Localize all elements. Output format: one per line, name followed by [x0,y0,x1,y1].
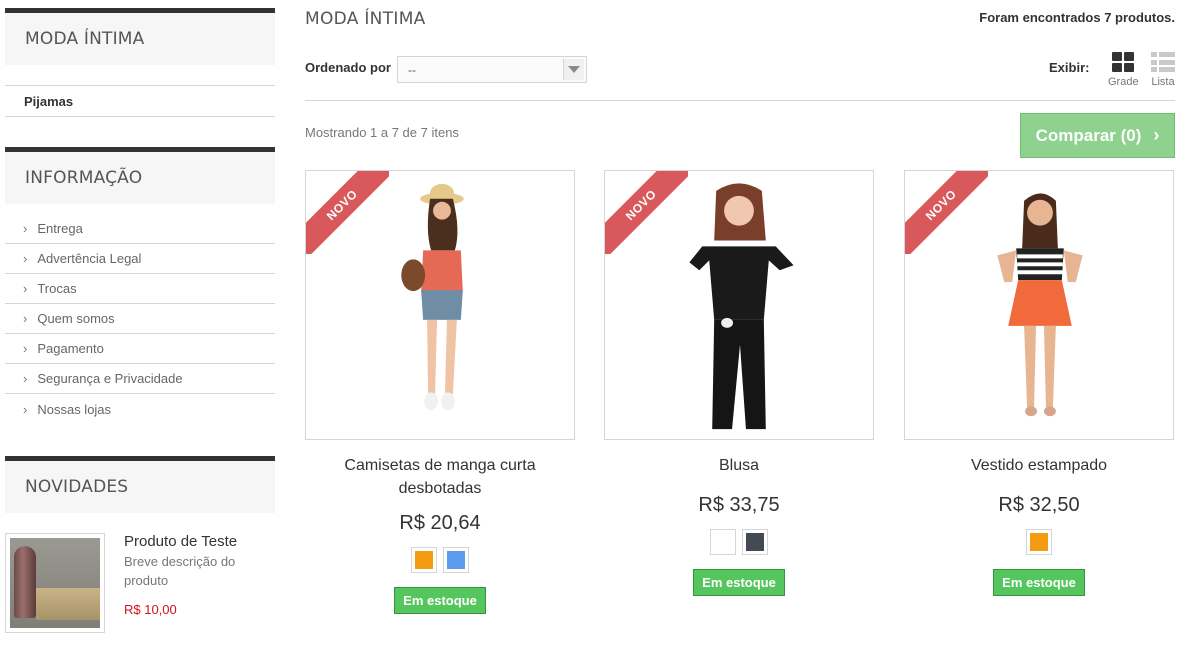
view-list-label: Lista [1151,76,1175,88]
color-swatches [305,547,575,573]
product-image[interactable]: NOVO [305,170,575,440]
page-title: MODA ÍNTIMA [305,9,426,29]
color-swatch-blue[interactable] [443,547,469,573]
divider [305,100,1175,101]
view-list-button[interactable]: Lista [1148,52,1178,88]
info-link-label: Segurança e Privacidade [37,371,183,386]
stock-badge: Em estoque [993,569,1085,596]
product-price: R$ 20,64 [399,512,481,534]
chevron-right-icon: › [23,371,28,386]
color-swatches [904,529,1174,555]
info-list: › Entrega › Advertência Legal › Trocas › Que… [5,214,275,424]
new-badge: NOVO [905,171,988,254]
info-link-label: Trocas [37,281,77,296]
chevron-right-icon: › [1153,125,1160,145]
view-grid-label: Grade [1108,76,1139,88]
compare-button[interactable]: Comparar (0) › [1020,113,1175,158]
new-product-name[interactable]: Produto de Teste [124,533,264,550]
chevron-right-icon: › [23,311,28,326]
sort-select[interactable]: -- [397,56,587,83]
info-link-pagamento[interactable]: › Pagamento [5,334,275,364]
product-card: NOVO Camisetas de manga curta desbotadas… [305,170,575,614]
info-link-label: Advertência Legal [37,251,142,266]
lipstick-image [10,538,100,628]
product-price: R$ 32,50 [998,494,1080,516]
sidebar: MODA ÍNTIMA Pijamas INFORMAÇÃO › Entrega … [5,8,275,633]
new-badge: NOVO [605,171,688,254]
showing-count: Mostrando 1 a 7 de 7 itens [305,125,459,140]
grid-icon [1112,52,1134,72]
sort-select-value: -- [408,62,416,77]
chevron-down-icon[interactable] [563,59,584,80]
info-link-quem-somos[interactable]: › Quem somos [5,304,275,334]
info-link-label: Quem somos [37,311,115,326]
product-card: NOVO Vestido estampado R$ 32,50 Em estoq… [904,170,1174,596]
new-product-price: R$ 10,00 [124,602,177,617]
chevron-right-icon: › [23,281,28,296]
color-swatch-orange[interactable] [411,547,437,573]
products-found-count: Foram encontrados 7 produtos. [979,10,1175,25]
new-product-description: Breve descrição do produto [124,554,236,588]
product-name[interactable]: Camisetas de manga curta desbotadas [305,454,575,512]
chevron-right-icon: › [23,401,28,417]
list-icon [1151,52,1175,72]
color-swatch-orange[interactable] [1026,529,1052,555]
product-card: NOVO Blusa R$ 33,75 Em estoque [604,170,874,596]
chevron-right-icon: › [23,251,28,266]
new-products-title[interactable]: NOVIDADES [5,456,275,513]
info-link-trocas[interactable]: › Trocas [5,274,275,304]
view-label: Exibir: [1049,60,1090,75]
color-swatch-dark-gray[interactable] [742,529,768,555]
info-link-label: Pagamento [37,341,104,356]
info-block: INFORMAÇÃO › Entrega › Advertência Legal ›… [5,147,275,424]
info-block-title: INFORMAÇÃO [5,147,275,204]
category-block-title[interactable]: MODA ÍNTIMA [5,8,275,65]
product-image[interactable]: NOVO [904,170,1174,440]
compare-button-label: Comparar (0) [1035,125,1142,145]
new-badge: NOVO [306,171,389,254]
chevron-right-icon: › [23,221,28,236]
sort-label: Ordenado por [305,60,391,75]
info-link-label: Nossas lojas [37,401,112,417]
info-link-advertencia[interactable]: › Advertência Legal [5,244,275,274]
color-swatches [604,529,874,555]
product-image[interactable]: NOVO [604,170,874,440]
stock-badge: Em estoque [394,587,486,614]
info-link-label: Entrega [37,221,83,236]
product-price: R$ 33,75 [698,494,780,516]
stock-badge: Em estoque [693,569,785,596]
view-grid-button[interactable]: Grade [1108,52,1139,88]
info-link-entrega[interactable]: › Entrega [5,214,275,244]
sidebar-item-pijamas[interactable]: Pijamas [5,86,275,117]
new-products-block: NOVIDADES Produto de Teste Breve descriç… [5,456,275,633]
new-product-text: Produto de Teste Breve descrição do prod… [124,533,264,633]
new-product-thumbnail[interactable] [5,533,105,633]
info-link-seguranca[interactable]: › Segurança e Privacidade [5,364,275,394]
new-product-item: Produto de Teste Breve descrição do prod… [5,533,275,633]
category-list: Pijamas [5,85,275,117]
color-swatch-white[interactable] [710,529,736,555]
info-link-nossas-lojas[interactable]: › Nossas lojas [5,394,275,424]
chevron-right-icon: › [23,341,28,356]
